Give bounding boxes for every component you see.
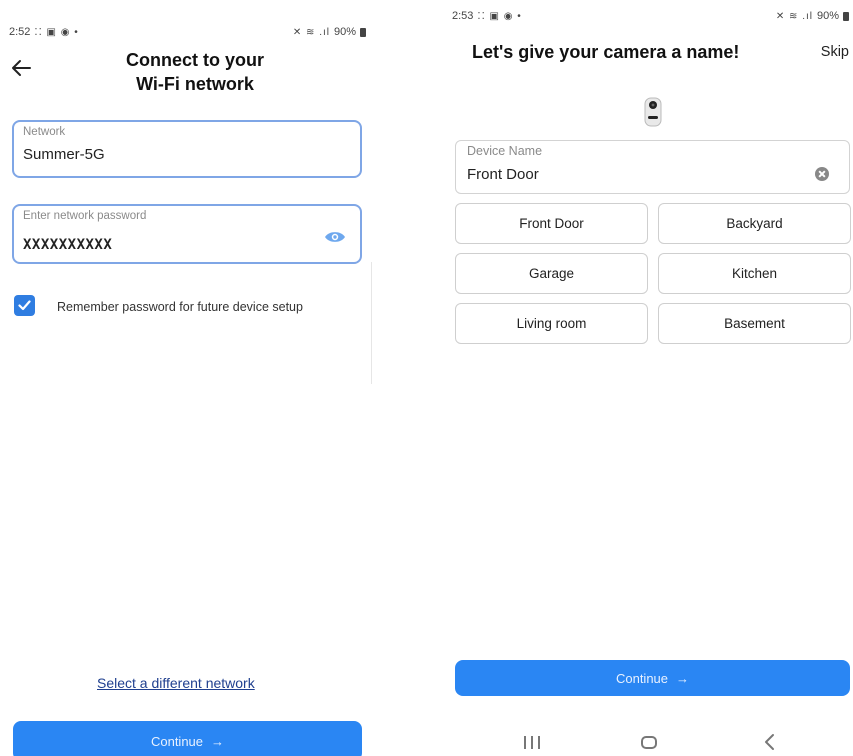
- battery-level: 90%: [816, 10, 839, 22]
- back-chevron-icon[interactable]: [763, 733, 777, 751]
- scrollbar[interactable]: [371, 262, 372, 384]
- check-icon: [18, 300, 31, 311]
- status-signal-icons: ✕ ≋ .ıl: [775, 10, 813, 22]
- system-nav-bar: [440, 728, 853, 756]
- page-title-line2: Wi-Fi network: [136, 74, 254, 94]
- battery-icon: [360, 27, 366, 37]
- arrow-right-icon: →: [211, 733, 225, 749]
- status-time: 2:53: [452, 10, 474, 22]
- network-field-value: Summer-5G: [23, 146, 105, 163]
- password-field[interactable]: Enter network password XXXXXXXXXX: [12, 204, 362, 264]
- suggestion-living-room[interactable]: Living room: [455, 303, 648, 344]
- continue-button-label: Continue: [615, 670, 669, 686]
- wifi-setup-screen: 2:52 ⁚⁚ ▣ ◉ • ✕ ≋ .ıl 90% Connect to you…: [0, 0, 372, 756]
- arrow-left-icon[interactable]: [10, 58, 32, 78]
- select-different-network-link[interactable]: Select a different network: [97, 675, 255, 691]
- status-time: 2:52: [9, 26, 31, 38]
- password-field-value: XXXXXXXXXX: [23, 237, 113, 253]
- skip-button[interactable]: Skip: [821, 44, 849, 60]
- network-field-label: Network: [23, 126, 66, 138]
- eye-icon[interactable]: [324, 230, 346, 244]
- device-name-field[interactable]: Device Name Front Door: [455, 140, 850, 194]
- continue-button[interactable]: Continue →: [13, 721, 362, 756]
- suggestion-kitchen[interactable]: Kitchen: [658, 253, 851, 294]
- suggestion-backyard[interactable]: Backyard: [658, 203, 851, 244]
- continue-button-label: Continue: [150, 733, 204, 749]
- password-field-label: Enter network password: [23, 210, 147, 222]
- home-icon[interactable]: [641, 736, 657, 749]
- suggestion-basement[interactable]: Basement: [658, 303, 851, 344]
- suggestion-front-door[interactable]: Front Door: [455, 203, 648, 244]
- remember-password-label: Remember password for future device setu…: [57, 300, 303, 314]
- page-title-line1: Connect to your: [126, 50, 264, 70]
- status-indicators: ⁚⁚ ▣ ◉ •: [477, 10, 522, 22]
- remember-password-checkbox[interactable]: [14, 295, 35, 316]
- network-field[interactable]: Network Summer-5G: [12, 120, 362, 178]
- device-name-label: Device Name: [467, 144, 543, 158]
- battery-icon: [843, 11, 849, 21]
- page-title: Connect to your Wi-Fi network: [95, 48, 295, 96]
- device-name-value: Front Door: [467, 166, 539, 183]
- clear-icon[interactable]: [815, 167, 829, 181]
- status-signal-icons: ✕ ≋ .ıl: [292, 26, 330, 38]
- page-title: Let's give your camera a name!: [472, 42, 740, 62]
- camera-icon: [644, 97, 662, 127]
- status-indicators: ⁚⁚ ▣ ◉ •: [34, 26, 79, 38]
- arrow-right-icon: →: [676, 670, 690, 686]
- battery-level: 90%: [333, 26, 356, 38]
- recents-icon[interactable]: [524, 736, 540, 749]
- continue-button[interactable]: Continue →: [455, 660, 850, 696]
- suggestion-garage[interactable]: Garage: [455, 253, 648, 294]
- camera-name-screen: 2:53 ⁚⁚ ▣ ◉ • ✕ ≋ .ıl 90% Let's give you…: [440, 0, 853, 756]
